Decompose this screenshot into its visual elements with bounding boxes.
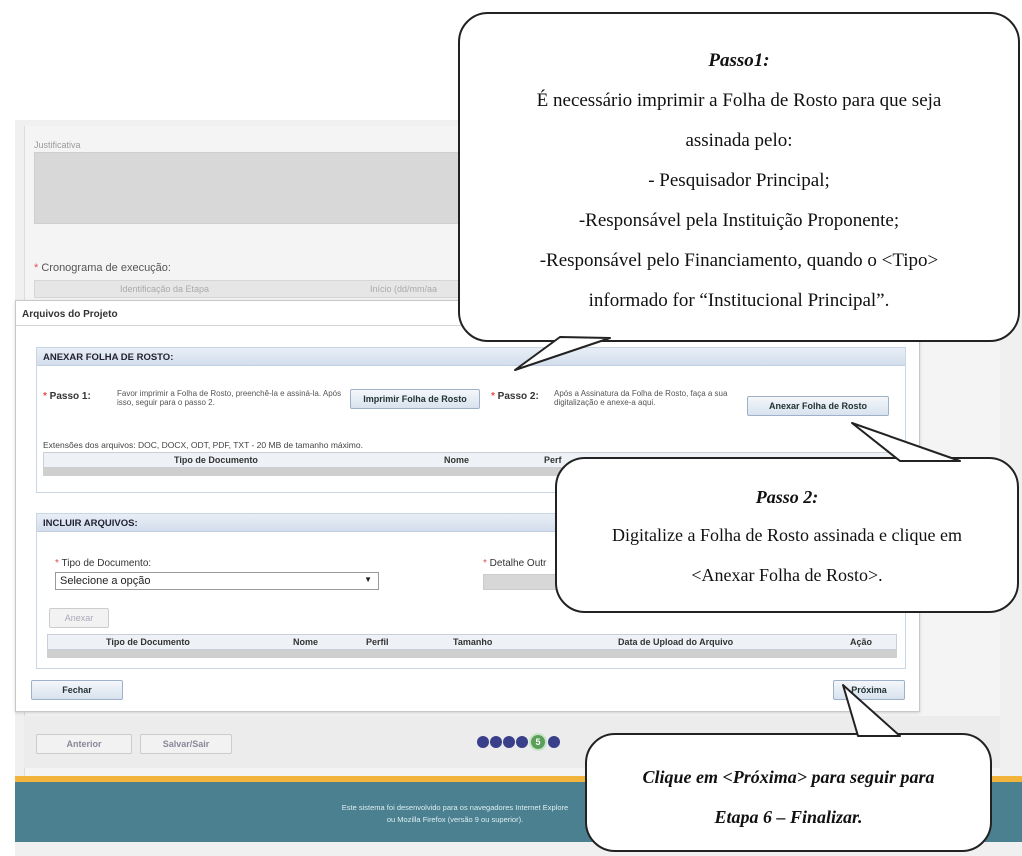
passo2-callout-tail bbox=[851, 422, 961, 462]
callout-tails bbox=[514, 336, 961, 737]
passo1-callout-tail bbox=[514, 336, 611, 371]
proxima-callout-tail bbox=[842, 684, 901, 737]
